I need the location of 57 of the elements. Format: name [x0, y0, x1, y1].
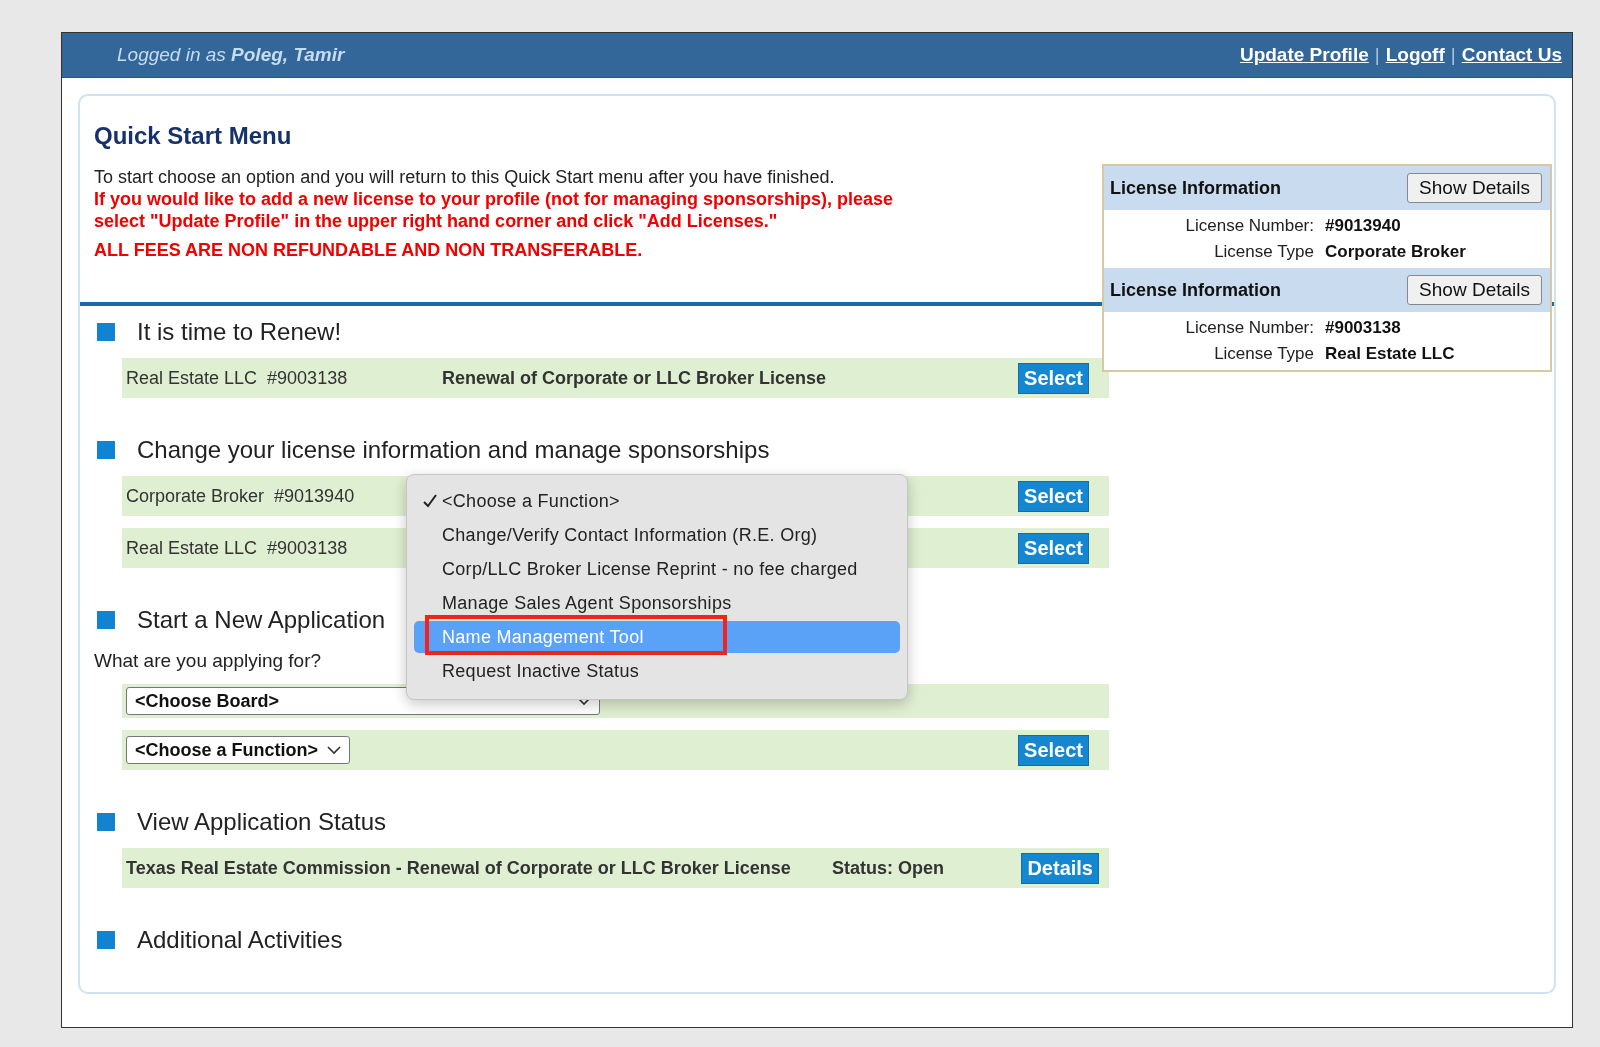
application-name: Texas Real Estate Commission - Renewal of Corporate or LLC Broker License [126, 857, 792, 879]
field-label: License Number: [1184, 318, 1314, 338]
section-heading: It is time to Renew! [137, 318, 342, 346]
menu-option[interactable]: Request Inactive Status [414, 655, 900, 687]
logged-in-text: Logged in as Poleg, Tamir [117, 44, 345, 66]
header-link[interactable]: Logoff [1385, 44, 1445, 66]
status-text: Status: Open [832, 857, 944, 879]
menu-option[interactable]: Corp/LLC Broker License Reprint - no fee charged [414, 553, 900, 585]
license-label: Corporate Broker #9013940 [126, 485, 356, 507]
renewal-description: Renewal of Corporate or LLC Broker License [442, 367, 827, 389]
select-button[interactable]: Select [1018, 480, 1089, 512]
license-number: #9003138 [1325, 318, 1402, 338]
license-type: Corporate Broker [1325, 242, 1467, 262]
panel-heading: License Information [1110, 177, 1282, 199]
separator: | [1450, 44, 1456, 66]
option-label: Change/Verify Contact Information (R.E. Org) [442, 524, 818, 546]
field-label: License Type [1213, 242, 1314, 262]
select-button[interactable]: Select [1018, 532, 1089, 564]
section-bullet-icon [97, 813, 115, 831]
panel-heading: License Information [1110, 279, 1282, 301]
license-type: Real Estate LLC [1325, 344, 1456, 364]
option-label: Manage Sales Agent Sponsorships [442, 592, 732, 614]
details-button[interactable]: Details [1021, 852, 1099, 884]
option-label: Name Management Tool [442, 626, 644, 648]
field-label: License Number: [1184, 216, 1314, 236]
license-number: #9013940 [1325, 216, 1402, 236]
section-bullet-icon [97, 441, 115, 459]
section-heading: Start a New Application [137, 606, 386, 634]
menu-option[interactable]: <Choose a Function> [414, 485, 900, 517]
chevron-down-icon [327, 745, 341, 755]
section-bullet-icon [97, 611, 115, 629]
menu-option[interactable]: Manage Sales Agent Sponsorships [414, 587, 900, 619]
show-details-button[interactable]: Show Details [1407, 275, 1542, 305]
license-label: Real Estate LLC #9003138 [126, 537, 349, 559]
header-link[interactable]: Update Profile [1239, 44, 1369, 66]
select-button[interactable]: Select [1018, 734, 1089, 766]
intro-text: To start choose an option and you will return to this Quick Start menu after you have finished. [94, 166, 836, 188]
section-heading: Additional Activities [137, 926, 343, 954]
function-select[interactable]: <Choose a Function> [126, 736, 350, 764]
section-bullet-icon [97, 931, 115, 949]
select-button[interactable]: Select [1018, 362, 1089, 394]
option-label: Corp/LLC Broker License Reprint - no fee charged [442, 558, 858, 580]
option-label: <Choose a Function> [442, 490, 620, 512]
page-title: Quick Start Menu [94, 122, 293, 150]
menu-option[interactable]: Change/Verify Contact Information (R.E. Org) [414, 519, 900, 551]
fees-notice: ALL FEES ARE NON REFUNDABLE AND NON TRANSFERABLE. [94, 240, 643, 261]
section-heading: Change your license information and manage sponsorships [137, 436, 770, 464]
option-label: Request Inactive Status [442, 660, 639, 682]
show-details-button[interactable]: Show Details [1407, 173, 1542, 203]
section-bullet-icon [97, 323, 115, 341]
header-link[interactable]: Contact Us [1461, 44, 1562, 66]
prompt-text: What are you applying for? [94, 650, 322, 672]
notice-text: If you would like to add a new license to your profile (not for managing sponsorships), please select "Update Profile" in the upper right hand corner and click "Add Licenses." [94, 188, 894, 232]
section-heading: View Application Status [137, 808, 387, 836]
license-label: Real Estate LLC #9003138 [126, 367, 349, 389]
field-label: License Type [1213, 344, 1314, 364]
separator: | [1374, 44, 1380, 66]
